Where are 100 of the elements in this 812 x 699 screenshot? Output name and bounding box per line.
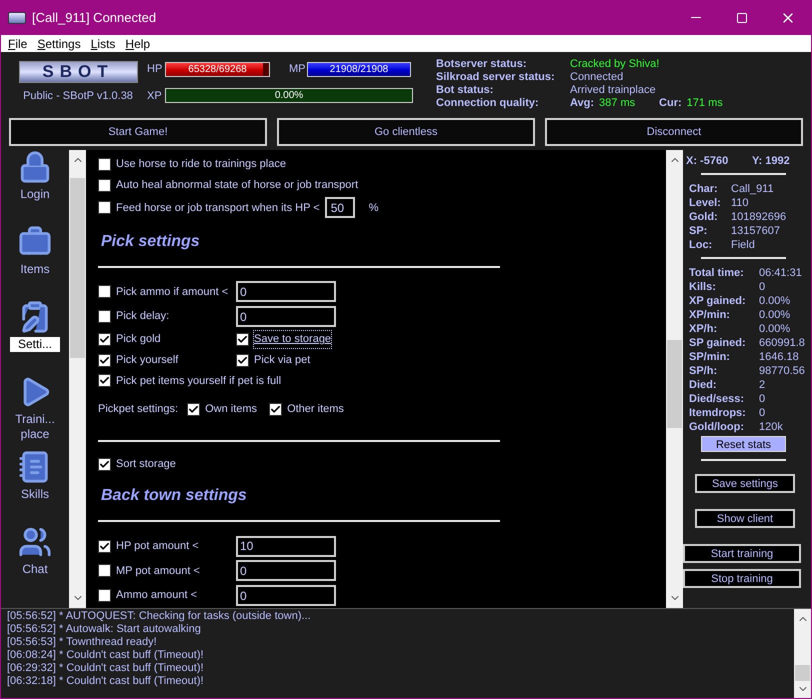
check-icon (237, 354, 248, 366)
stat-value: 120k (759, 420, 783, 433)
bar-reading: 0.00% (274, 89, 304, 104)
number-field[interactable]: 0 (236, 585, 336, 606)
option-label: Pick yourself (116, 352, 178, 368)
menu-item[interactable]: File (3, 34, 32, 52)
bar-label: HP (147, 62, 163, 77)
stat-label: XP/min: (689, 308, 731, 321)
stat-value: 1646.18 (759, 350, 799, 363)
window-title: [Call_911] Connected (32, 8, 156, 27)
check-icon (188, 404, 200, 416)
app-icon (8, 12, 26, 24)
checkbox[interactable] (98, 158, 111, 171)
menu-item[interactable]: Lists (86, 34, 120, 52)
scroll-thumb[interactable] (70, 178, 85, 358)
checkbox[interactable] (98, 458, 111, 471)
option-label: Ammo amount < (116, 588, 198, 604)
action-button[interactable]: Disconnect (545, 118, 803, 146)
stat-value: 101892696 (731, 210, 786, 223)
status-label: Bot status: (436, 83, 494, 98)
number-field[interactable]: 10 (236, 536, 336, 557)
unit-label: % (368, 200, 378, 216)
option-label: Own items (205, 402, 258, 418)
checkbox[interactable] (236, 354, 249, 367)
scrollbar[interactable] (666, 150, 683, 608)
checkbox[interactable] (98, 354, 111, 367)
option-label: Pick gold (116, 332, 161, 348)
checkbox[interactable] (98, 310, 111, 324)
stat-label: Kills: (689, 280, 717, 293)
checkbox[interactable] (98, 201, 111, 214)
checkbox[interactable] (98, 285, 111, 298)
minimize-icon (691, 17, 701, 18)
check-icon (99, 540, 110, 552)
stat-value: 0.00% (759, 308, 790, 321)
panel-button[interactable]: Show client (695, 509, 795, 528)
check-icon (99, 354, 110, 366)
checkbox[interactable] (98, 540, 111, 553)
checkbox[interactable] (98, 332, 111, 346)
menu-item[interactable]: Settings (32, 34, 86, 52)
checkbox[interactable] (98, 564, 111, 578)
sidebar-item[interactable]: Skills (10, 487, 60, 502)
sidebar-item[interactable]: Items (10, 262, 60, 277)
checkbox[interactable] (236, 332, 249, 346)
checkbox[interactable] (269, 403, 282, 416)
stat-value: Call_911 (731, 182, 774, 195)
option-label: Pick delay: (116, 309, 170, 324)
check-icon (237, 334, 248, 345)
checkbox[interactable] (187, 403, 200, 416)
scrollbar[interactable] (794, 609, 811, 698)
option-label: MP pot amount < (116, 564, 200, 579)
avg-value: 387 ms (599, 96, 636, 112)
status-label: Connection quality: (436, 96, 540, 112)
stat-value: 0.00% (759, 322, 790, 335)
option-label: Pick via pet (254, 352, 310, 368)
logo: SBOT (18, 61, 138, 83)
group-label: Pickpet settings: (98, 402, 178, 418)
sidebar-item[interactable]: Login (10, 187, 60, 202)
checkbox[interactable] (98, 589, 111, 602)
stat-value: 110 (731, 196, 749, 209)
training-button[interactable]: Start training (683, 544, 801, 563)
number-field[interactable]: 0 (236, 306, 336, 328)
menu-item[interactable]: Help (120, 34, 156, 52)
checkbox[interactable] (98, 178, 111, 192)
stat-value: 660991.8 (759, 336, 805, 349)
log-line: [05:56:52] * AUTOQUEST: Checking for tasks (outside town)... (7, 610, 312, 623)
scroll-thumb[interactable] (795, 665, 810, 681)
cur-label: Cur: (659, 96, 682, 112)
sidebar-item[interactable]: Chat (10, 562, 60, 577)
scroll-thumb[interactable] (667, 340, 682, 428)
stat-value: 0 (759, 406, 766, 419)
scrollbar[interactable] (69, 150, 86, 608)
sidebar-item[interactable]: Setti... (10, 337, 60, 352)
reset-stats-button[interactable]: Reset stats (701, 436, 786, 452)
status-label: Botserver status: (436, 57, 528, 72)
log-line: [06:29:32] * Couldn't cast buff (Timeout)! (7, 662, 205, 675)
bar-label: XP (147, 88, 163, 104)
status-value: Connected (570, 70, 624, 85)
lock-icon[interactable] (18, 150, 52, 184)
stat-label: Gold/loop: (689, 420, 745, 433)
status-value: Arrived trainplace (570, 83, 656, 98)
log-line: [05:56:53] * Townthread ready! (7, 636, 158, 649)
number-field[interactable]: 0 (236, 560, 336, 582)
checkbox[interactable] (98, 374, 111, 388)
number-field[interactable]: 50 (324, 197, 355, 218)
log-line: [06:32:18] * Couldn't cast buff (Timeout)! (7, 675, 205, 688)
training-button[interactable]: Stop training (683, 569, 801, 588)
option-label: HP pot amount < (116, 538, 199, 554)
action-button[interactable]: Go clientless (277, 118, 535, 146)
stat-label: SP gained: (689, 336, 747, 349)
users-icon[interactable] (18, 525, 52, 559)
sidebar-item[interactable]: Traini... place (10, 412, 60, 442)
log-line: [06:08:24] * Couldn't cast buff (Timeout)! (7, 649, 205, 662)
panel-button[interactable]: Save settings (695, 474, 795, 493)
stat-value: 2 (759, 378, 766, 391)
number-field[interactable]: 0 (236, 281, 336, 302)
version-label: Public - SBotP v1.0.38 (23, 89, 133, 104)
action-button[interactable]: Start Game! (9, 118, 267, 146)
check-icon (270, 404, 282, 416)
option-label: Save to storage (254, 331, 332, 348)
stat-value: 06:41:31 (759, 266, 802, 279)
